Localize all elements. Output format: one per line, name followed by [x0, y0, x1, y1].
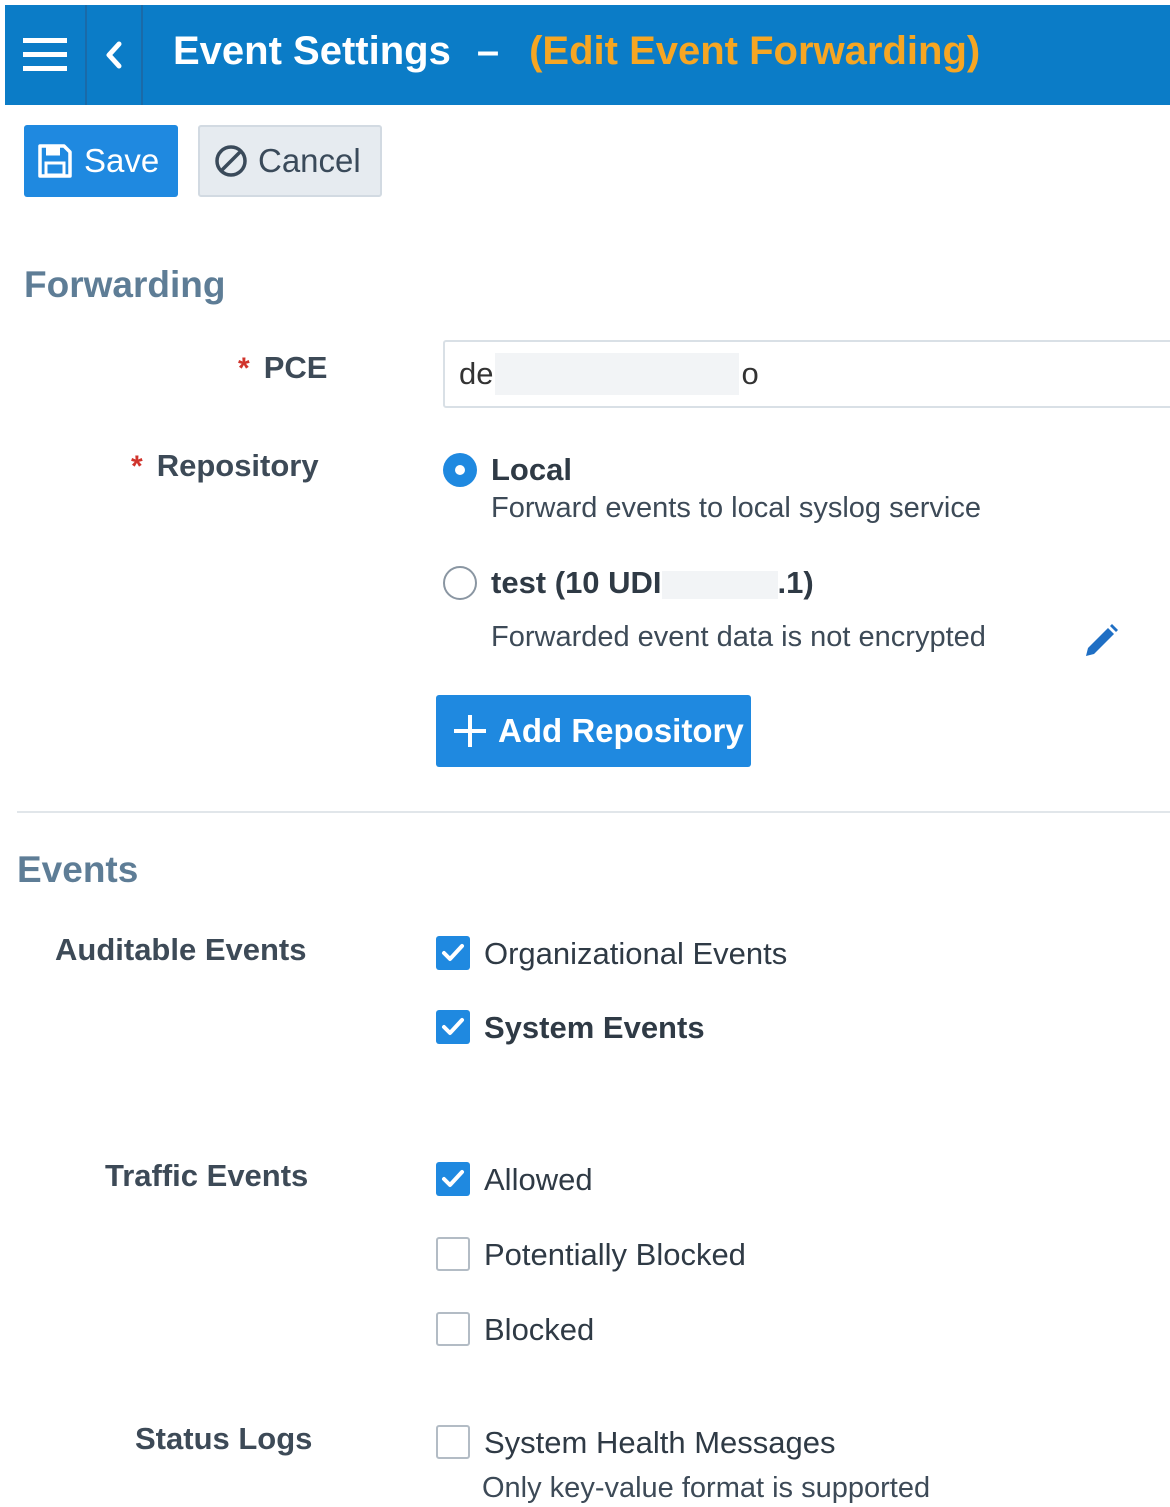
- repository-local-radio[interactable]: [443, 453, 477, 487]
- header-divider: [141, 5, 143, 105]
- repository-test-name-end: .1): [777, 565, 814, 600]
- menu-button[interactable]: [5, 5, 85, 105]
- plus-icon: [454, 715, 486, 747]
- traffic-events-label: Traffic Events: [105, 1158, 309, 1193]
- auditable-events-label: Auditable Events: [55, 932, 307, 967]
- pce-value-start: de: [459, 356, 494, 391]
- system-health-messages-checkbox[interactable]: [436, 1425, 470, 1459]
- repository-label-text: Repository: [156, 448, 319, 483]
- save-button-label: Save: [84, 142, 160, 179]
- floppy-disk-icon: [38, 144, 72, 178]
- potentially-blocked-label: Potentially Blocked: [484, 1237, 746, 1272]
- checkmark-icon: [442, 944, 464, 961]
- repository-local-description: Forward events to local syslog service: [491, 492, 981, 524]
- repository-local-name: Local: [491, 452, 572, 487]
- title-separator: –: [476, 28, 500, 73]
- system-events-label: System Events: [484, 1010, 705, 1045]
- pencil-icon: [1086, 624, 1118, 656]
- blocked-checkbox[interactable]: [436, 1312, 470, 1346]
- event-settings-page: Event Settings – (Edit Event Forwarding)…: [0, 0, 1170, 1507]
- required-marker: *: [131, 450, 143, 483]
- system-events-checkbox[interactable]: [436, 1010, 470, 1044]
- cancel-button[interactable]: Cancel: [198, 125, 382, 197]
- forwarding-section-title: Forwarding: [24, 264, 226, 305]
- required-marker: *: [238, 352, 250, 385]
- repository-test-radio[interactable]: [443, 566, 477, 600]
- system-health-messages-label: System Health Messages: [484, 1425, 836, 1460]
- pce-value-end: o: [741, 356, 759, 391]
- add-repository-label: Add Repository: [498, 712, 744, 749]
- checkmark-icon: [442, 1170, 464, 1187]
- repository-test-name: test (10 UDI .1): [491, 565, 814, 601]
- pce-label-text: PCE: [263, 350, 328, 385]
- pce-field-label: * PCE: [238, 350, 327, 386]
- redacted-block: [661, 570, 778, 599]
- back-button[interactable]: [87, 5, 141, 105]
- redacted-block: [495, 353, 740, 395]
- edit-repository-button[interactable]: [1082, 622, 1120, 660]
- app-header: Event Settings – (Edit Event Forwarding): [5, 5, 1170, 105]
- save-button[interactable]: Save: [24, 125, 178, 197]
- page-subtitle: (Edit Event Forwarding): [529, 28, 981, 73]
- checkmark-icon: [442, 1018, 464, 1035]
- repository-test-description: Forwarded event data is not encrypted: [491, 621, 986, 653]
- repository-field-label: * Repository: [131, 448, 319, 484]
- allowed-label: Allowed: [484, 1162, 593, 1197]
- hamburger-menu-icon: [23, 38, 67, 71]
- page-title-text: Event Settings: [173, 28, 451, 73]
- page-title: Event Settings – (Edit Event Forwarding): [173, 5, 980, 97]
- repository-test-name-start: test (10 UDI: [491, 565, 662, 600]
- organizational-events-checkbox[interactable]: [436, 936, 470, 970]
- status-logs-label: Status Logs: [135, 1421, 313, 1456]
- blocked-label: Blocked: [484, 1312, 595, 1347]
- section-divider: [17, 811, 1170, 813]
- system-health-note: Only key-value format is supported: [482, 1472, 931, 1504]
- pce-input[interactable]: de o: [443, 340, 1170, 408]
- add-repository-button[interactable]: Add Repository: [436, 695, 751, 767]
- chevron-left-icon: [106, 41, 122, 69]
- cancel-circle-icon: [215, 145, 247, 177]
- events-section-title: Events: [17, 849, 139, 890]
- cancel-button-label: Cancel: [258, 142, 361, 179]
- allowed-checkbox[interactable]: [436, 1162, 470, 1196]
- organizational-events-label: Organizational Events: [484, 936, 788, 971]
- potentially-blocked-checkbox[interactable]: [436, 1237, 470, 1271]
